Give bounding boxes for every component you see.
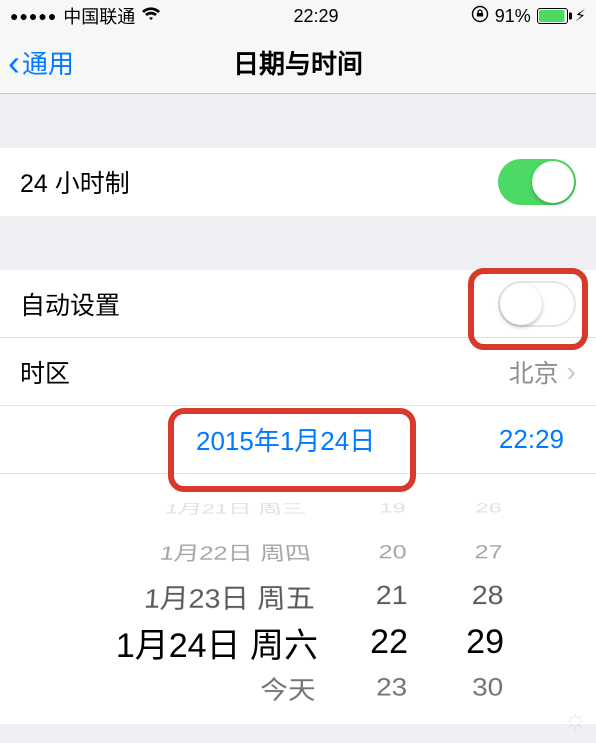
row-auto-set: 自动设置 [0, 270, 596, 338]
toggle-knob [500, 283, 542, 325]
group-datetime: 自动设置 时区 北京 › 2015年1月24日 22:29 1月21日 周三 1… [0, 270, 596, 724]
picker-item: 今天 [259, 669, 316, 706]
wifi-icon [141, 6, 161, 27]
picker-item: 1月22日 周四 [157, 539, 312, 567]
battery-percent: 91% [495, 6, 531, 27]
row-label: 时区 [20, 354, 509, 390]
toggle-auto-set[interactable] [498, 281, 576, 327]
picker-column-minute[interactable]: 26 27 28 29 30 [408, 486, 528, 724]
status-right: 91% ⚡︎ [471, 5, 586, 28]
picker-item: 28 [471, 581, 503, 611]
row-24-hour: 24 小时制 [0, 148, 596, 216]
carrier-label: 中国联通 [63, 3, 135, 29]
picker-item: 1月24日 周六 [116, 618, 318, 667]
picker-item: 21 [375, 581, 407, 611]
row-timezone[interactable]: 时区 北京 › [0, 338, 596, 406]
battery-icon: ⚡︎ [537, 6, 586, 26]
group-time-format: 24 小时制 [0, 148, 596, 216]
picker-item: 23 [376, 673, 408, 702]
watermark-icon: ☼ [562, 703, 588, 735]
back-label: 通用 [22, 44, 74, 81]
nav-bar: ‹ 通用 日期与时间 [0, 32, 596, 94]
toggle-knob [532, 161, 574, 203]
chevron-left-icon: ‹ [8, 45, 20, 81]
chevron-right-icon: › [567, 356, 576, 388]
signal-dots-icon: ●●●●● [10, 8, 57, 24]
picker-item: 29 [466, 623, 504, 662]
picker-item: 27 [474, 541, 503, 563]
datetime-picker[interactable]: 1月21日 周三 1月22日 周四 1月23日 周五 1月24日 周六 今天 1… [0, 474, 596, 724]
toggle-24-hour[interactable] [498, 159, 576, 205]
row-label: 24 小时制 [20, 164, 498, 200]
orientation-lock-icon [471, 5, 489, 28]
row-selected-datetime[interactable]: 2015年1月24日 22:29 [0, 406, 596, 474]
picker-item: 19 [379, 501, 406, 516]
picker-column-date[interactable]: 1月21日 周三 1月22日 周四 1月23日 周五 1月24日 周六 今天 [68, 486, 328, 724]
picker-column-hour[interactable]: 19 20 21 22 23 [328, 486, 408, 724]
picker-item: 26 [475, 501, 502, 516]
status-time: 22:29 [293, 6, 338, 27]
page-title: 日期与时间 [0, 44, 596, 81]
selected-time: 22:29 [499, 424, 564, 455]
status-left: ●●●●● 中国联通 [10, 3, 161, 29]
back-button[interactable]: ‹ 通用 [0, 44, 74, 81]
picker-item: 20 [378, 541, 407, 563]
selected-date: 2015年1月24日 [196, 421, 375, 458]
timezone-value: 北京 [509, 354, 559, 390]
picker-item: 1月23日 周五 [142, 577, 315, 616]
picker-item: 1月21日 周三 [162, 499, 308, 518]
picker-item: 22 [370, 623, 408, 662]
picker-item: 30 [472, 673, 504, 702]
row-label: 自动设置 [20, 286, 498, 322]
status-bar: ●●●●● 中国联通 22:29 91% ⚡︎ [0, 0, 596, 32]
